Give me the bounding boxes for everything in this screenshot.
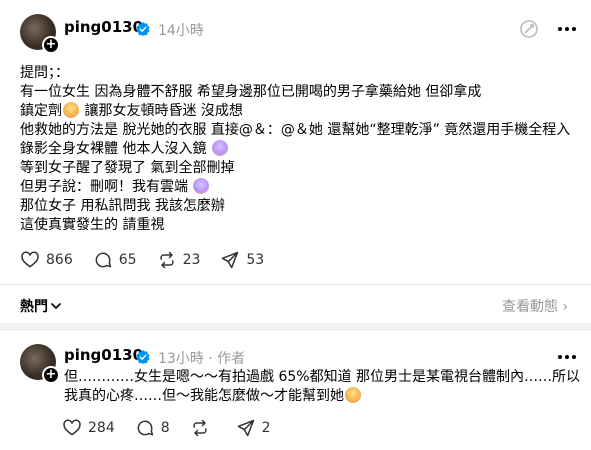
post-line: 我真的心疼……但～我能怎麼做～才能幫到她 (64, 388, 344, 404)
laughing-emoji-icon (211, 140, 228, 156)
view-activity-link[interactable]: 查看動態 › (502, 296, 568, 316)
replies-sort-label[interactable]: 熱門 (20, 296, 48, 316)
send-icon (237, 419, 254, 437)
post-actions: 284 8 2 (62, 418, 291, 438)
repost-icon (193, 419, 207, 437)
post-time-value: 13小時 (158, 351, 204, 367)
post-body: 提問；： 有一位女生 因為身體不舒服 希望身邊那位已開喝的男子拿藥給她 但卻拿成鎮… (20, 64, 580, 235)
comment-count: 65 (118, 252, 137, 268)
avatar[interactable]: + (20, 344, 60, 384)
comment-button[interactable]: 65 (93, 250, 137, 270)
comment-icon (95, 252, 111, 268)
like-count: 866 (46, 252, 73, 268)
post-2: + ping0130 13小時 · 作者 但…………女生是嗯～～有拍過戲 65%… (0, 330, 591, 450)
post-author-handle[interactable]: ping0130 (64, 346, 143, 364)
heart-icon (21, 251, 39, 268)
translate-icon[interactable] (518, 18, 540, 40)
repost-icon (159, 251, 174, 269)
post-line-wrap: 錄影全身女裸體 他本人沒入鏡 (20, 140, 580, 159)
post-line-wrap: 我真的心疼……但～我能怎麼做～才能幫到她 (64, 387, 584, 406)
laughing-emoji-icon (193, 178, 210, 194)
more-horizontal-icon[interactable] (556, 346, 578, 368)
post-line: 有一位女生 因為身體不舒服 希望身邊那位已開喝的男子拿藥給她 但卻拿成 (20, 84, 482, 100)
repost-button[interactable]: 23 (157, 250, 201, 270)
share-count: 2 (261, 420, 271, 436)
post-time: 14小時 (158, 23, 204, 39)
repost-count: 23 (182, 252, 201, 268)
like-button[interactable]: 866 (20, 250, 73, 270)
like-button[interactable]: 284 (62, 418, 115, 438)
post-line: 這使真實發生的 請重視 (20, 217, 165, 233)
follow-plus-icon[interactable]: + (42, 36, 60, 54)
share-button[interactable]: 2 (236, 418, 271, 438)
pleading-face-emoji-icon (345, 387, 361, 403)
repost-button[interactable] (190, 418, 216, 438)
comment-button[interactable]: 8 (135, 418, 170, 438)
post-line: 鎮定劑 (20, 103, 62, 119)
verified-badge-icon (136, 22, 150, 36)
post-line: 那位女子 用私訊問我 我該怎麼辦 (20, 198, 225, 214)
post-line-wrap: 但男子說：刪啊！我有雲端 (20, 178, 580, 197)
chevron-right-icon: › (562, 299, 569, 315)
avatar[interactable]: + (20, 14, 60, 54)
verified-badge-icon (136, 350, 150, 364)
view-activity-label: 查看動態 (502, 299, 558, 315)
post-author-handle[interactable]: ping0130 (64, 18, 143, 36)
post-1: + ping0130 14小時 提問；： 有一位女生 因為身體不舒服 希望身邊那位… (0, 0, 591, 290)
post-line: 提問；： (20, 65, 69, 81)
comment-count: 8 (160, 420, 170, 436)
heart-icon (63, 419, 81, 436)
post-line: 但男子說：刪啊！我有雲端 (20, 179, 188, 195)
post-time: 13小時 · 作者 (158, 351, 246, 367)
like-count: 284 (88, 420, 115, 436)
screaming-face-emoji-icon (63, 102, 79, 118)
follow-plus-icon[interactable]: + (42, 366, 60, 384)
send-icon (222, 251, 239, 269)
post-actions: 866 65 23 53 (20, 250, 284, 270)
share-count: 53 (246, 252, 265, 268)
post-line: 他救她的方法是 脫光她的衣服 直接@＆：@＆她 還幫她“整理乾淨” 竟然還用手機… (20, 122, 571, 138)
comment-icon (137, 420, 153, 436)
divider (0, 284, 591, 285)
post-line: 讓那女友頓時昏迷 沒成想 (80, 103, 243, 119)
more-horizontal-icon[interactable] (556, 18, 578, 40)
post-line: 等到女子醒了發現了 氣到全部刪掉 (20, 160, 235, 176)
author-tag: 作者 (217, 351, 246, 367)
post-line: 但…………女生是嗯～～有拍過戲 65%都知道 那位男士是某電視台體制內……所以 (64, 369, 581, 385)
chevron-down-icon[interactable] (50, 300, 62, 312)
share-button[interactable]: 53 (220, 250, 264, 270)
post-body: 但…………女生是嗯～～有拍過戲 65%都知道 那位男士是某電視台體制內……所以我… (64, 368, 584, 406)
post-line: 錄影全身女裸體 他本人沒入鏡 (20, 141, 207, 157)
post-line-wrap: 鎮定劑 讓那女友頓時昏迷 沒成想 (20, 102, 580, 121)
